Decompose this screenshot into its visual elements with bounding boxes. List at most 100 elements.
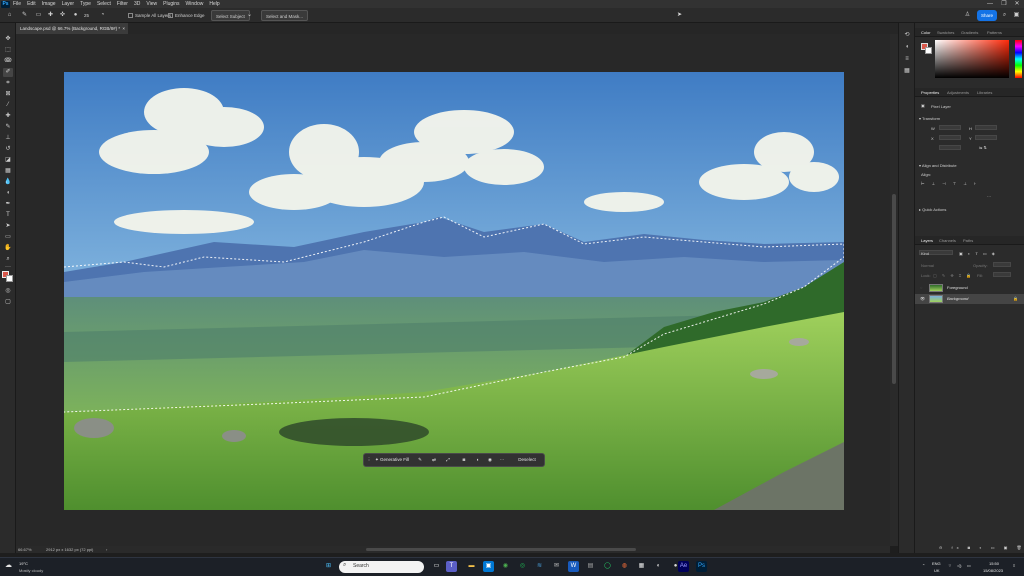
angle-field[interactable]: [939, 145, 961, 150]
new-selection-icon[interactable]: ▭: [34, 11, 43, 20]
zoom-level[interactable]: 66.67%: [18, 547, 32, 552]
weather-temperature[interactable]: 19°C: [19, 561, 28, 566]
tab-channels[interactable]: Channels: [939, 236, 956, 245]
close-window-button[interactable]: ✕: [1011, 0, 1023, 8]
align-more-icon[interactable]: ···: [987, 194, 991, 199]
rectangle-tool-icon[interactable]: ▭: [3, 233, 13, 242]
adjustment-icon[interactable]: ◐: [474, 454, 482, 466]
clock-time[interactable]: 15:50: [989, 561, 999, 566]
brush-preview-icon[interactable]: ●: [71, 11, 80, 20]
notification-icon[interactable]: ⌑: [1013, 563, 1015, 568]
tab-patterns[interactable]: Patterns: [987, 28, 1002, 37]
tab-gradients[interactable]: Gradients: [961, 28, 978, 37]
history-brush-tool-icon[interactable]: ↺: [3, 145, 13, 154]
quick-mask-icon[interactable]: ◎: [3, 287, 13, 296]
menu-filter[interactable]: Filter: [117, 1, 128, 7]
scroll-thumb[interactable]: [892, 194, 896, 384]
pen-tool-icon[interactable]: ✒: [3, 200, 13, 209]
menu-view[interactable]: View: [146, 1, 157, 7]
healing-brush-tool-icon[interactable]: ✚: [3, 112, 13, 121]
more-options-icon[interactable]: ···: [498, 454, 506, 466]
document-tab[interactable]: Landscape.psd @ 66.7% (Background, RGB/8…: [16, 23, 128, 34]
app-icon-3[interactable]: ▦: [636, 561, 647, 572]
eraser-tool-icon[interactable]: ◪: [3, 156, 13, 165]
tab-adjustments[interactable]: Adjustments: [947, 88, 969, 97]
menu-select[interactable]: Select: [97, 1, 111, 7]
libraries-icon[interactable]: ▦: [902, 67, 912, 76]
layer-name[interactable]: Foreground: [947, 285, 968, 290]
minimize-button[interactable]: —: [984, 0, 996, 8]
opacity-field[interactable]: [993, 262, 1011, 267]
mail-icon[interactable]: ✉: [551, 561, 562, 572]
menu-plugins[interactable]: Plugins: [163, 1, 179, 7]
brush-size-value[interactable]: 25: [84, 10, 89, 21]
share-button[interactable]: Share: [977, 10, 997, 21]
tab-libraries[interactable]: Libraries: [977, 88, 992, 97]
vertical-scrollbar[interactable]: [890, 34, 898, 546]
wifi-icon[interactable]: ⌔: [948, 563, 952, 569]
lasso-tool-icon[interactable]: ↂ: [3, 57, 13, 66]
height-field[interactable]: [975, 125, 997, 130]
maximize-button[interactable]: ❐: [998, 0, 1010, 8]
type-tool-icon[interactable]: T: [3, 211, 13, 220]
status-menu-arrow[interactable]: ›: [106, 547, 107, 552]
select-and-mask-button[interactable]: Select and Mask...: [261, 10, 309, 21]
fill-field[interactable]: [993, 272, 1011, 277]
close-tab-icon[interactable]: ×: [122, 23, 125, 34]
comments-icon[interactable]: ◖: [902, 43, 912, 52]
x-field[interactable]: [939, 135, 961, 140]
crop-tool-icon[interactable]: ⌗: [3, 79, 13, 88]
blend-mode-select[interactable]: Normal: [921, 263, 934, 268]
frame-tool-icon[interactable]: ⊠: [3, 90, 13, 99]
dodge-tool-icon[interactable]: ◖: [3, 189, 13, 198]
language-region[interactable]: UK: [934, 568, 940, 573]
history-icon[interactable]: ⟲: [902, 31, 912, 40]
app-icon-2[interactable]: ▤: [585, 561, 596, 572]
menu-window[interactable]: Window: [186, 1, 204, 7]
sample-all-layers-checkbox[interactable]: Sample All Layers: [128, 10, 171, 21]
menu-layer[interactable]: Layer: [62, 1, 75, 7]
gradient-tool-icon[interactable]: ▦: [3, 167, 13, 176]
workspace-icon[interactable]: ▣: [1012, 11, 1021, 20]
width-field[interactable]: [939, 125, 961, 130]
transform-section-header[interactable]: ▾ Transform: [919, 116, 940, 121]
path-selection-tool-icon[interactable]: ➤: [3, 222, 13, 231]
language-code[interactable]: ENG: [932, 561, 941, 566]
color-picker-field[interactable]: [935, 40, 1009, 78]
search-icon[interactable]: ⌕: [1000, 11, 1009, 20]
teams-icon[interactable]: T: [446, 561, 457, 572]
hue-slider[interactable]: [1015, 40, 1022, 78]
layer-name[interactable]: Background: [947, 296, 968, 301]
firefox-icon[interactable]: ◍: [619, 561, 630, 572]
layer-visibility-icon[interactable]: ◌: [920, 285, 922, 290]
volume-icon[interactable]: ◁): [957, 563, 961, 568]
panel-background-swatch[interactable]: [925, 47, 932, 54]
clock-date[interactable]: 15/08/2023: [983, 568, 1003, 573]
brush-tool-icon[interactable]: ✎: [3, 123, 13, 132]
screen-mode-icon[interactable]: ▢: [3, 298, 13, 307]
tab-properties[interactable]: Properties: [921, 88, 939, 97]
learn-icon[interactable]: ♙: [963, 11, 972, 20]
quick-selection-tool-icon[interactable]: ✐: [3, 68, 13, 77]
layer-row-foreground[interactable]: ◌ Foreground: [915, 283, 1024, 293]
spotify-icon[interactable]: ◎: [517, 561, 528, 572]
add-selection-icon[interactable]: ✚: [46, 11, 55, 20]
quick-select-tool-icon[interactable]: ✎: [20, 11, 29, 20]
menu-edit[interactable]: Edit: [27, 1, 36, 7]
app-icon[interactable]: ≋: [534, 561, 545, 572]
scroll-thumb[interactable]: [366, 548, 636, 551]
tab-paths[interactable]: Paths: [963, 236, 973, 245]
select-subject-button[interactable]: Select Subject: [211, 10, 250, 21]
word-icon[interactable]: W: [568, 561, 579, 572]
transform-selection-icon[interactable]: ⤢: [444, 454, 452, 466]
store-icon[interactable]: ▣: [483, 561, 494, 572]
battery-icon[interactable]: ▭: [967, 563, 971, 568]
brush-angle-icon[interactable]: ◔: [98, 11, 107, 20]
generative-fill-button[interactable]: ✦ Generative Fill: [372, 454, 412, 466]
whatsapp-icon[interactable]: ◯: [602, 561, 613, 572]
marquee-tool-icon[interactable]: ⬚: [3, 46, 13, 55]
tab-color[interactable]: Color: [921, 28, 931, 37]
home-icon[interactable]: ⌂: [5, 11, 14, 20]
app-icon-4[interactable]: ◐: [653, 561, 664, 572]
menu-3d[interactable]: 3D: [134, 1, 140, 7]
